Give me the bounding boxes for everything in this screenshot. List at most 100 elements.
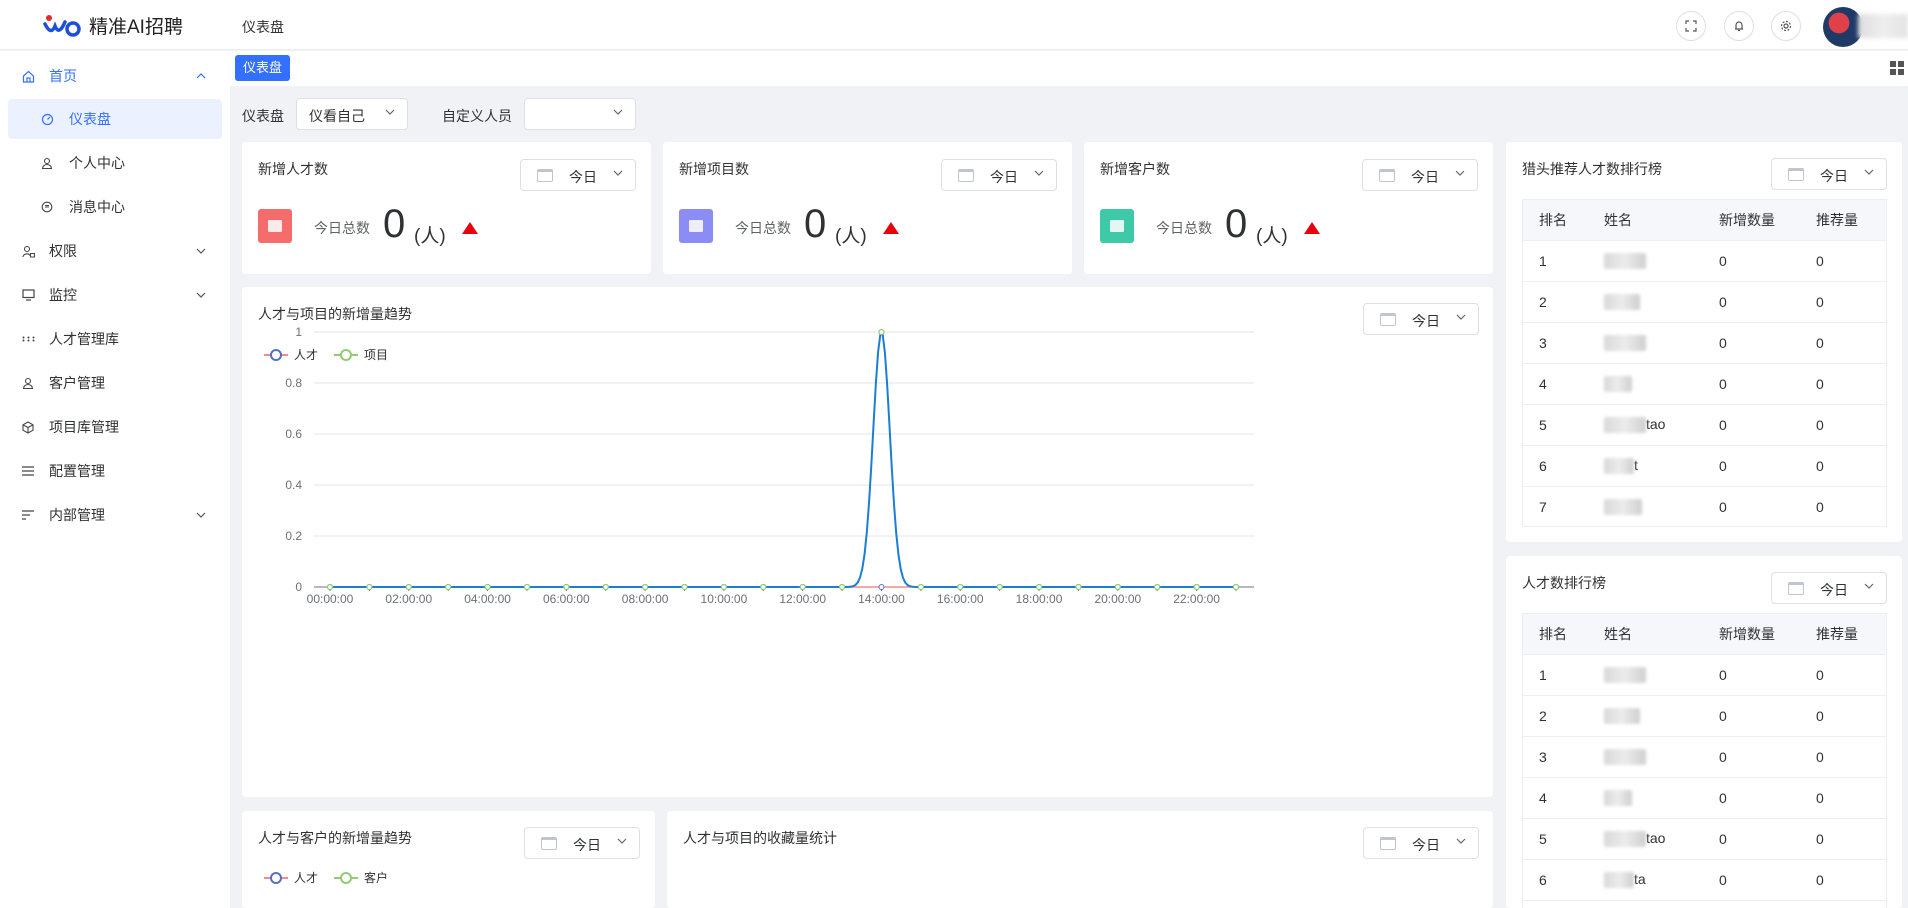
date-picker-value: 今日: [569, 169, 597, 185]
data-point-project: [799, 583, 806, 591]
date-picker-value: 今日: [990, 169, 1018, 185]
tags-bar: 仪表盘: [230, 51, 1908, 86]
customer-stat-icon: [1100, 209, 1134, 243]
date-picker-value: 今日: [1412, 837, 1440, 853]
sidebar-item-profile[interactable]: 个人中心: [0, 143, 230, 183]
recommend-count-cell: 0: [1800, 736, 1886, 778]
recommend-count-cell: 0: [1800, 777, 1886, 819]
sidebar-item-dashboard[interactable]: 仪表盘: [8, 99, 222, 139]
date-picker-value: 今日: [573, 837, 601, 853]
stat-unit: (人): [414, 226, 446, 247]
col-new-count: 新增数量: [1703, 614, 1800, 655]
chevron-down-icon: [1864, 581, 1874, 592]
date-picker[interactable]: 今日: [1362, 159, 1478, 191]
sidebar-item-label: 人才管理库: [49, 331, 119, 347]
date-picker[interactable]: 今日: [941, 159, 1057, 191]
sidebar-item-label: 项目库管理: [49, 419, 119, 435]
date-picker[interactable]: 今日: [1771, 158, 1887, 190]
legend-customer-icon[interactable]: [334, 871, 359, 884]
sidebar-item-talent-library[interactable]: 人才管理库: [0, 319, 230, 359]
sidebar-item-permissions[interactable]: 权限: [0, 231, 230, 271]
rank-cell: 5: [1523, 818, 1588, 860]
data-point-project: [838, 583, 846, 591]
trend-up-icon: [883, 222, 899, 234]
date-picker[interactable]: 今日: [1771, 572, 1887, 604]
redacted-name: [1604, 831, 1646, 848]
cube-icon: [21, 420, 35, 434]
grid-icon[interactable]: [1890, 61, 1904, 75]
date-picker[interactable]: 今日: [524, 827, 640, 859]
card-title: 人才与客户的新增量趋势: [258, 830, 412, 846]
app-logo[interactable]: 精准AI招聘: [43, 12, 183, 39]
chart-legend: 人才 客户: [264, 869, 388, 886]
table-row: 6 ta 0 0: [1523, 859, 1886, 901]
y-tick-label: 0.2: [285, 529, 302, 543]
card-title: 新增客户数: [1100, 161, 1170, 177]
new-count-cell: 0: [1703, 736, 1800, 778]
fullscreen-icon[interactable]: [1676, 11, 1706, 41]
sidebar-item-home[interactable]: 首页: [0, 56, 230, 96]
sidebar-item-config[interactable]: 配置管理: [0, 451, 230, 491]
user-icon: [40, 156, 54, 170]
data-point-project: [523, 583, 531, 591]
stat-label: 今日总数: [314, 220, 370, 236]
table-row: 5 tao 0 0: [1523, 404, 1886, 446]
filter-label: 仪表盘: [242, 108, 284, 124]
date-picker[interactable]: 今日: [1363, 827, 1479, 859]
redacted-name: [1604, 253, 1646, 270]
rank-cell: 6: [1523, 859, 1588, 901]
trend-up-icon: [1304, 222, 1320, 234]
series-line-project: [330, 332, 1236, 588]
chevron-down-icon: [1456, 836, 1466, 847]
name-text: t: [1634, 456, 1638, 473]
legend-label[interactable]: 人才: [294, 869, 318, 886]
sidebar-item-projects[interactable]: 项目库管理: [0, 407, 230, 447]
x-tick-label: 14:00:00: [858, 592, 905, 606]
avatar[interactable]: [1823, 7, 1863, 47]
username-blurred[interactable]: [1858, 14, 1908, 38]
col-name: 姓名: [1588, 200, 1703, 241]
gear-icon[interactable]: [1771, 11, 1801, 41]
table-row: 1 00: [1523, 654, 1886, 696]
col-name: 姓名: [1588, 614, 1703, 655]
ranking-table: 排名 姓名 新增数量 推荐量 1 0 0 2 0 0 3 0 0 4 0 0 5 tao 0 0 6 t 0 0 7 0 0: [1522, 199, 1887, 527]
stat-card-new-projects: 新增项目数 今日 今日总数 0 (人): [663, 142, 1072, 274]
sidebar-item-monitor[interactable]: 监控: [0, 275, 230, 315]
home-icon: [21, 69, 35, 83]
calendar-icon: [958, 169, 974, 182]
sidebar-item-label: 消息中心: [69, 199, 125, 215]
headhunter-ranking-card: 猎头推荐人才数排行榜 今日 排名 姓名 新增数量 推荐量 10020030040…: [1506, 142, 1902, 542]
sidebar-item-customers[interactable]: 客户管理: [0, 363, 230, 403]
trend-chart-card: 人才与项目的新增量趋势 今日 人才 项目 0 0.2 0.4 0.6 0.8 1 00:00…: [242, 287, 1493, 797]
data-point-project: [1154, 583, 1161, 591]
y-tick-label: 0: [295, 580, 302, 594]
favorites-stats-card: 人才与项目的收藏量统计 今日: [667, 811, 1493, 908]
data-point-project: [681, 583, 688, 591]
message-icon: [40, 200, 54, 214]
bell-icon[interactable]: [1724, 11, 1754, 41]
data-point-project: [917, 583, 924, 591]
name-cell: [1588, 695, 1703, 737]
menu-icon: [21, 464, 35, 478]
name-cell: [1588, 486, 1703, 526]
date-picker[interactable]: 今日: [520, 159, 636, 191]
name-cell: [1588, 322, 1703, 364]
redacted-name: [1604, 872, 1634, 889]
table-row: 4 00: [1523, 363, 1886, 405]
sidebar-item-label: 客户管理: [49, 375, 105, 391]
legend-talent-icon[interactable]: [264, 871, 288, 884]
legend-label[interactable]: 客户: [364, 869, 388, 886]
tag-dashboard[interactable]: 仪表盘: [235, 55, 291, 81]
custom-person-select[interactable]: [524, 98, 636, 130]
sidebar-item-internal[interactable]: 内部管理: [0, 495, 230, 535]
data-point-project: [1035, 583, 1043, 591]
view-scope-select[interactable]: 仪看自己: [296, 98, 408, 130]
sidebar-item-messages[interactable]: 消息中心: [0, 187, 230, 227]
data-point-project: [326, 583, 334, 591]
breadcrumb: 仪表盘: [242, 19, 284, 35]
sidebar-item-label: 个人中心: [69, 155, 125, 171]
y-tick-label: 0.8: [285, 376, 302, 390]
stat-unit: (人): [835, 226, 867, 247]
data-point-talent: [878, 584, 885, 590]
card-title: 人才与项目的收藏量统计: [683, 830, 837, 846]
